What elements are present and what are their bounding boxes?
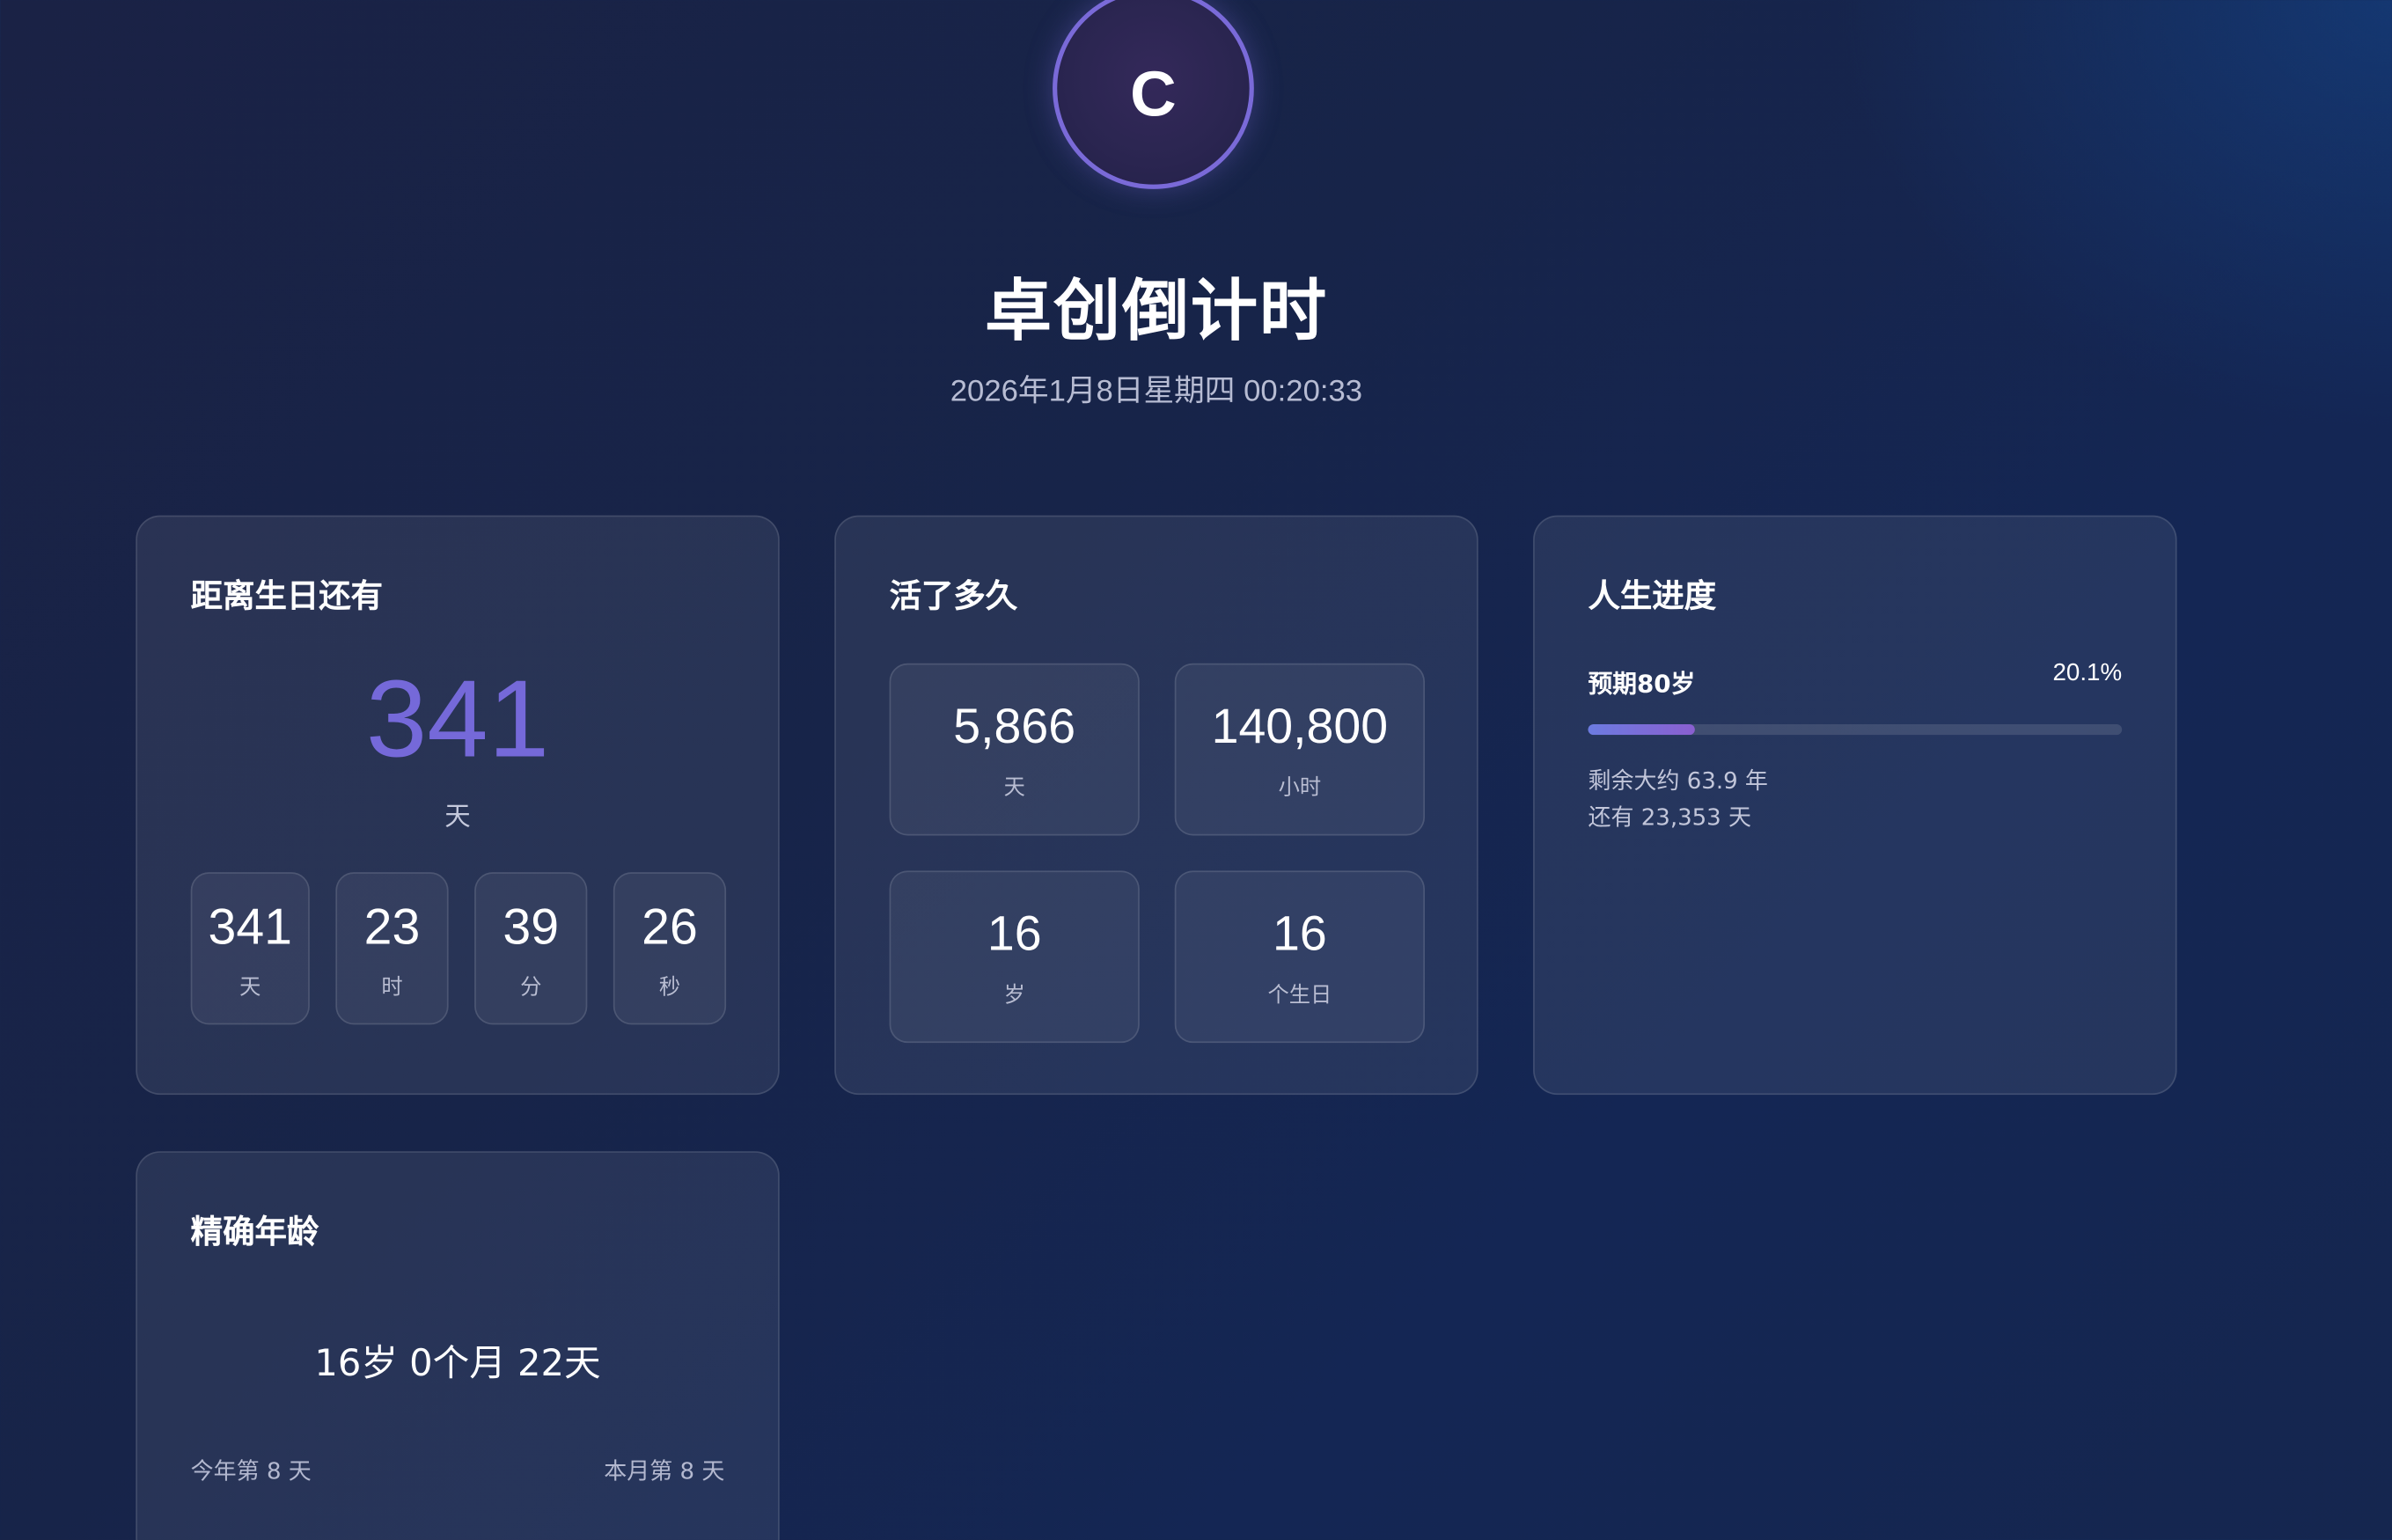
- countdown-label: 天: [239, 975, 261, 1001]
- lived-years-tile: 16 岁: [889, 870, 1140, 1044]
- life-expectancy-label: 预期80岁: [1588, 669, 1696, 699]
- avatar-letter: C: [1130, 57, 1177, 130]
- lived-stats-card: 活了多久 5,866 天 140,800 小时 16 岁 16 个生日: [834, 515, 1478, 1096]
- birthday-countdown-card: 距离生日还有 341 天 341 天 23 时 39 分 26 秒: [136, 515, 780, 1096]
- lived-birthdays-tile: 16 个生日: [1174, 870, 1425, 1044]
- page-title: 卓创倒计时: [984, 273, 1328, 351]
- countdown-seconds-tile: 26 秒: [613, 872, 727, 1025]
- current-datetime: 2026年1月8日星期四 00:20:33: [950, 375, 1363, 409]
- remaining-days-text: 还有 23,353 天: [1588, 803, 1751, 832]
- days-to-birthday-value: 341: [365, 658, 550, 781]
- card-title: 距离生日还有: [190, 577, 384, 615]
- countdown-label: 秒: [658, 975, 681, 1001]
- app-root: C 卓创倒计时 2026年1月8日星期四 00:20:33 距离生日还有 341…: [0, 0, 2392, 1540]
- life-progress-card: 人生进度 预期80岁 20.1% 剩余大约 63.9 年 还有 23,353 天: [1533, 515, 2177, 1096]
- stat-value: 16: [987, 906, 1042, 961]
- days-to-birthday-unit: 天: [444, 802, 471, 833]
- day-of-year-text: 今年第 8 天: [190, 1457, 312, 1485]
- countdown-value: 39: [503, 898, 560, 955]
- day-of-month-text: 本月第 8 天: [604, 1457, 725, 1485]
- stat-value: 16: [1273, 906, 1327, 961]
- countdown-value: 26: [642, 898, 698, 955]
- stat-value: 5,866: [953, 698, 1076, 753]
- exact-age-card: 精确年龄 16岁 0个月 22天 今年第 8 天 本月第 8 天: [136, 1151, 780, 1540]
- card-title: 活了多久: [889, 577, 1018, 615]
- stat-value: 140,800: [1211, 698, 1389, 753]
- life-progress-bar: [1588, 724, 2123, 736]
- countdown-minutes-tile: 39 分: [474, 872, 588, 1025]
- lived-hours-tile: 140,800 小时: [1174, 663, 1425, 836]
- card-title: 人生进度: [1588, 577, 1717, 615]
- countdown-value: 341: [208, 898, 293, 955]
- stat-label: 岁: [1003, 983, 1025, 1008]
- countdown-days-tile: 341 天: [190, 872, 310, 1025]
- card-title: 精确年龄: [190, 1214, 319, 1250]
- countdown-value: 23: [363, 898, 421, 955]
- life-progress-percent: 20.1%: [2052, 660, 2123, 686]
- avatar: C: [1053, 0, 1254, 189]
- life-progress-fill: [1588, 724, 1696, 736]
- stat-label: 天: [1003, 775, 1025, 801]
- countdown-label: 分: [520, 975, 542, 1001]
- countdown-label: 时: [381, 975, 403, 1001]
- stat-label: 个生日: [1267, 983, 1332, 1008]
- lived-days-tile: 5,866 天: [889, 663, 1140, 836]
- stat-label: 小时: [1278, 775, 1322, 801]
- exact-age-value: 16岁 0个月 22天: [314, 1341, 601, 1385]
- remaining-years-text: 剩余大约 63.9 年: [1588, 766, 1768, 795]
- countdown-hours-tile: 23 时: [335, 872, 449, 1025]
